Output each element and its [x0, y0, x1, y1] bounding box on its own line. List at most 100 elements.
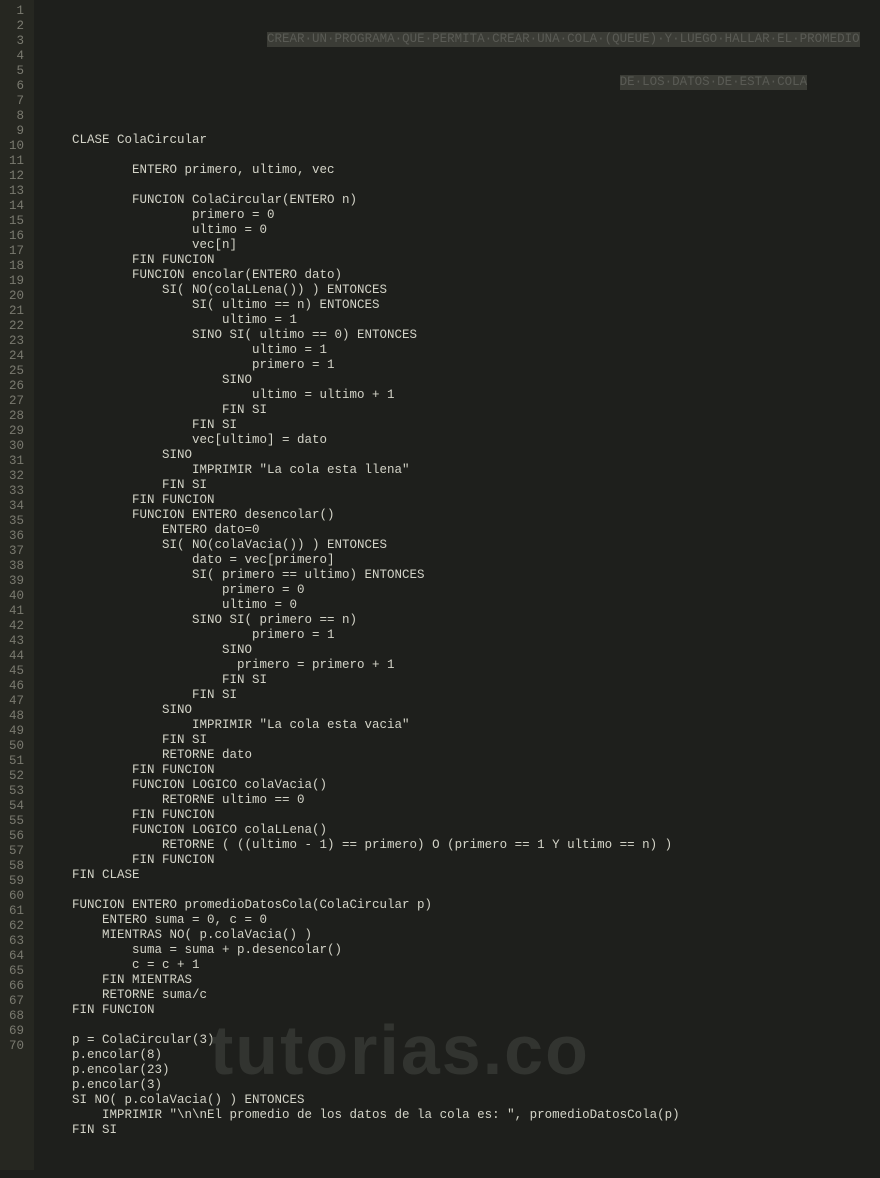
code-line: FIN FUNCION: [42, 763, 880, 778]
line-number: 11: [6, 154, 24, 169]
code-line: ultimo = ultimo + 1: [42, 388, 880, 403]
line-number: 19: [6, 274, 24, 289]
line-number: 48: [6, 709, 24, 724]
line-number: 2: [6, 19, 24, 34]
line-number: 3: [6, 34, 24, 49]
line-number: 20: [6, 289, 24, 304]
code-line: [42, 1018, 880, 1033]
line-number: 36: [6, 529, 24, 544]
line-number: 6: [6, 79, 24, 94]
line-number: 27: [6, 394, 24, 409]
line-number: 52: [6, 769, 24, 784]
code-line: SINO: [42, 448, 880, 463]
line-number: 24: [6, 349, 24, 364]
line-number: 53: [6, 784, 24, 799]
line-number: 13: [6, 184, 24, 199]
line-number: 41: [6, 604, 24, 619]
line-number: 69: [6, 1024, 24, 1039]
code-line: IMPRIMIR "\n\nEl promedio de los datos d…: [42, 1108, 880, 1123]
line-number: 65: [6, 964, 24, 979]
code-line: ultimo = 0: [42, 223, 880, 238]
line-number: 34: [6, 499, 24, 514]
line-number: 23: [6, 334, 24, 349]
line-number: 61: [6, 904, 24, 919]
code-line: p.encolar(3): [42, 1078, 880, 1093]
line-number: 58: [6, 859, 24, 874]
code-editor[interactable]: 1 2 345678910111213141516171819202122232…: [0, 0, 880, 1170]
line-number: 18: [6, 259, 24, 274]
line-number: 43: [6, 634, 24, 649]
line-number: 10: [6, 139, 24, 154]
line-number: 63: [6, 934, 24, 949]
code-line: vec[ultimo] = dato: [42, 433, 880, 448]
line-number: 12: [6, 169, 24, 184]
code-line: SINO: [42, 373, 880, 388]
code-line: SI NO( p.colaVacia() ) ENTONCES: [42, 1093, 880, 1108]
line-number: 31: [6, 454, 24, 469]
code-line: SINO: [42, 703, 880, 718]
code-line: CREAR·UN·PROGRAMA·QUE·PERMITA·CREAR·UNA·…: [42, 32, 880, 47]
code-line: SINO: [42, 643, 880, 658]
code-line: primero = 0: [42, 583, 880, 598]
code-line: dato = vec[primero]: [42, 553, 880, 568]
line-number: 33: [6, 484, 24, 499]
line-number-gutter: 1 2 345678910111213141516171819202122232…: [0, 0, 34, 1170]
code-line: FIN SI: [42, 403, 880, 418]
line-number: 46: [6, 679, 24, 694]
code-line: primero = 0: [42, 208, 880, 223]
line-number: 38: [6, 559, 24, 574]
line-number: 45: [6, 664, 24, 679]
line-number: 22: [6, 319, 24, 334]
code-line: FIN FUNCION: [42, 808, 880, 823]
code-line: FUNCION encolar(ENTERO dato): [42, 268, 880, 283]
code-line: c = c + 1: [42, 958, 880, 973]
line-number: 67: [6, 994, 24, 1009]
code-line: FUNCION ENTERO desencolar(): [42, 508, 880, 523]
code-line: SI( ultimo == n) ENTONCES: [42, 298, 880, 313]
code-line: p = ColaCircular(3): [42, 1033, 880, 1048]
code-line: FUNCION LOGICO colaVacia(): [42, 778, 880, 793]
line-number: 32: [6, 469, 24, 484]
line-number: 62: [6, 919, 24, 934]
code-line: primero = 1: [42, 358, 880, 373]
line-number: 26: [6, 379, 24, 394]
code-area[interactable]: CREAR·UN·PROGRAMA·QUE·PERMITA·CREAR·UNA·…: [34, 0, 880, 1170]
code-line: [42, 883, 880, 898]
line-number: 14: [6, 199, 24, 214]
line-number: 56: [6, 829, 24, 844]
code-line: IMPRIMIR "La cola esta llena": [42, 463, 880, 478]
line-number: 68: [6, 1009, 24, 1024]
code-line: FIN MIENTRAS: [42, 973, 880, 988]
code-line: [42, 118, 880, 133]
line-number: 60: [6, 889, 24, 904]
line-number: 66: [6, 979, 24, 994]
code-line: FIN SI: [42, 733, 880, 748]
code-line: FIN SI: [42, 688, 880, 703]
code-line: FUNCION LOGICO colaLLena(): [42, 823, 880, 838]
line-number: 54: [6, 799, 24, 814]
line-number: 4: [6, 49, 24, 64]
line-number: 17: [6, 244, 24, 259]
code-line: ENTERO dato=0: [42, 523, 880, 538]
code-line: FUNCION ColaCircular(ENTERO n): [42, 193, 880, 208]
code-line: FIN SI: [42, 478, 880, 493]
code-line: MIENTRAS NO( p.colaVacia() ): [42, 928, 880, 943]
code-line: ENTERO suma = 0, c = 0: [42, 913, 880, 928]
code-line: FIN SI: [42, 1123, 880, 1138]
code-line: FIN FUNCION: [42, 253, 880, 268]
line-number: 30: [6, 439, 24, 454]
line-number: 70: [6, 1039, 24, 1054]
line-number: 28: [6, 409, 24, 424]
line-number: 40: [6, 589, 24, 604]
code-line: p.encolar(23): [42, 1063, 880, 1078]
code-line: FIN SI: [42, 418, 880, 433]
code-line: primero = primero + 1: [42, 658, 880, 673]
code-line: [42, 148, 880, 163]
line-number: 25: [6, 364, 24, 379]
line-number: 44: [6, 649, 24, 664]
line-number: 16: [6, 229, 24, 244]
line-number: 42: [6, 619, 24, 634]
code-line: p.encolar(8): [42, 1048, 880, 1063]
line-number: 37: [6, 544, 24, 559]
code-line: RETORNE suma/c: [42, 988, 880, 1003]
